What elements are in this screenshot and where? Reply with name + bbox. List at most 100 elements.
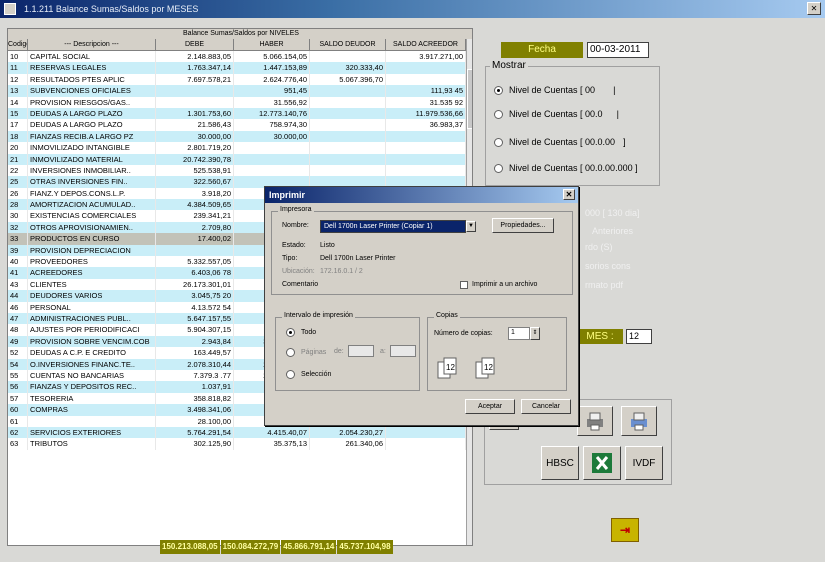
- table-row[interactable]: 10 CAPITAL SOCIAL 2.148.883,05 5.066.154,05…: [8, 51, 466, 63]
- table-row[interactable]: 18 FIANZAS RECIB.A LARGO PZ 30.000,00 30.00…: [8, 130, 466, 143]
- table-cell: TESORERIA: [28, 392, 156, 405]
- range-all-radio[interactable]: Todo: [286, 328, 316, 337]
- column-header[interactable]: SALDO ACREEDOR: [386, 39, 466, 50]
- copies-input[interactable]: 1: [508, 327, 530, 340]
- radio-icon[interactable]: [286, 370, 295, 379]
- table-cell: [234, 153, 310, 165]
- range-from-input[interactable]: [348, 345, 374, 357]
- table-cell: AJUSTES POR PERIODIFICACI: [28, 324, 156, 336]
- table-cell: 20: [8, 142, 28, 154]
- column-header[interactable]: DEBE: [156, 39, 234, 50]
- radio-nivel-00000[interactable]: Nivel de Cuentas [ 00.0.00]: [494, 137, 626, 147]
- excel-button[interactable]: [583, 446, 621, 480]
- collate-icon: 12 12: [437, 357, 495, 379]
- table-cell: 525.538,91: [156, 164, 234, 177]
- table-cell: 3.918,20: [156, 187, 234, 200]
- print-to-file-checkbox[interactable]: [460, 281, 468, 289]
- table-cell: TRIBUTOS: [28, 438, 156, 450]
- table-row[interactable]: 20 INMOVILIZADO INTANGIBLE 2.801.719,20: [8, 142, 466, 154]
- table-cell: 11.979.536,66: [386, 107, 466, 120]
- table-cell: [310, 51, 386, 63]
- table-row[interactable]: 17 DEUDAS A LARGO PLAZO 21.586,43 758.974,3…: [8, 119, 466, 131]
- exit-button[interactable]: ⇥: [611, 518, 639, 542]
- column-header[interactable]: SALDO DEUDOR: [310, 39, 386, 50]
- table-cell: 31.535 92: [386, 96, 466, 108]
- cancel-button[interactable]: Cancelar: [521, 399, 571, 414]
- radio-nivel-000[interactable]: Nivel de Cuentas [ 00.0 |: [494, 109, 619, 119]
- table-cell: INVERSIONES INMOBILIAR..: [28, 164, 156, 177]
- table-row[interactable]: 63 TRIBUTOS 302.125,90 35.375,13 261.340,06: [8, 438, 466, 450]
- table-row[interactable]: 11 RESERVAS LEGALES 1.763.347,14 1.447.153,…: [8, 62, 466, 74]
- location-label: Ubicación:: [282, 268, 315, 275]
- table-cell: [386, 153, 466, 165]
- dialog-close-button[interactable]: ✕: [563, 189, 575, 200]
- column-header[interactable]: HABER: [234, 39, 310, 50]
- table-cell: [310, 142, 386, 154]
- table-row[interactable]: 22 INVERSIONES INMOBILIAR.. 525.538,91: [8, 164, 466, 177]
- ivdf-button[interactable]: IVDF: [625, 446, 663, 480]
- table-cell: 163.449,57: [156, 347, 234, 359]
- table-cell: 5.764.291,54: [156, 426, 234, 439]
- radio-icon[interactable]: [494, 85, 503, 95]
- table-cell: FIANZ.Y DEPOS.CONS.L.P.: [28, 187, 156, 200]
- printer-select[interactable]: Dell 1700n Laser Printer (Copiar 1): [320, 220, 466, 233]
- radio-icon[interactable]: [494, 137, 503, 147]
- table-cell: 302.125,90: [156, 438, 234, 450]
- table-cell: DEUDAS A C.P. E CREDITO: [28, 347, 156, 359]
- table-cell: 35.375,13: [234, 438, 310, 450]
- range-to-input[interactable]: [390, 345, 416, 357]
- print-button[interactable]: [577, 406, 613, 436]
- table-row[interactable]: 13 SUBVENCIONES OFICIALES 951,45 111,93 45: [8, 85, 466, 97]
- radio-icon[interactable]: [494, 109, 503, 119]
- table-cell: 5.904.307,15: [156, 324, 234, 336]
- table-cell: 2.148.883,05: [156, 51, 234, 63]
- close-window-button[interactable]: ✕: [807, 2, 821, 15]
- table-cell: DEUDORES VARIOS: [28, 290, 156, 302]
- table-cell: 2.078.310,44: [156, 358, 234, 370]
- table-cell: 2.801.719,20: [156, 142, 234, 154]
- radio-icon[interactable]: [286, 328, 295, 337]
- table-cell: [386, 62, 466, 74]
- table-cell: 60: [8, 404, 28, 416]
- print-setup-button[interactable]: [621, 406, 657, 436]
- copies-spinner[interactable]: ⇕: [530, 327, 540, 340]
- table-cell: 1.037,91: [156, 381, 234, 393]
- radio-nivel-00000000[interactable]: Nivel de Cuentas [ 00.0.00.000 ]: [494, 163, 638, 173]
- excel-icon: [592, 453, 612, 473]
- table-cell: 758.974,30: [234, 119, 310, 131]
- printer-group-legend: Impresora: [278, 206, 314, 213]
- table-cell: [386, 142, 466, 154]
- faint-text: Anteriores: [592, 226, 634, 236]
- app-icon: [4, 3, 16, 15]
- table-row[interactable]: 62 SERVICIOS EXTERIORES 5.764.291,54 4.415.…: [8, 426, 466, 439]
- table-row[interactable]: 12 RESULTADOS PTES APLIC 7.697.578,21 2.624…: [8, 73, 466, 86]
- table-cell: 20.742.390,78: [156, 153, 234, 165]
- radio-icon[interactable]: [494, 163, 503, 173]
- column-header[interactable]: --- Descripcion ---: [28, 39, 156, 50]
- printer-settings-icon: [631, 412, 647, 431]
- table-cell: AMORTIZACION ACUMULAD..: [28, 199, 156, 211]
- fecha-input[interactable]: 00-03-2011: [587, 42, 649, 58]
- table-cell: PERSONAL: [28, 301, 156, 313]
- column-header[interactable]: Codigo: [8, 39, 28, 50]
- radio-nivel-00[interactable]: Nivel de Cuentas [ 00 |: [494, 85, 615, 95]
- scroll-thumb[interactable]: [467, 69, 472, 129]
- properties-button[interactable]: Propiedades...: [492, 218, 554, 233]
- radio-icon[interactable]: [286, 348, 295, 357]
- chevron-down-icon[interactable]: ▼: [466, 221, 476, 232]
- table-cell: 52: [8, 347, 28, 359]
- table-row[interactable]: 21 INMOVILIZADO MATERIAL 20.742.390,78: [8, 153, 466, 165]
- range-selection-radio[interactable]: Selección: [286, 370, 331, 379]
- table-cell: PROVISION RIESGOS/GAS..: [28, 96, 156, 108]
- accept-button[interactable]: Aceptar: [465, 399, 515, 414]
- mes-input[interactable]: 12: [626, 329, 652, 344]
- range-pages-radio[interactable]: Páginas: [286, 348, 326, 357]
- copies-label: Número de copias:: [434, 330, 493, 337]
- table-cell: CUENTAS NO BANCARIAS: [28, 369, 156, 382]
- print-dialog: Imprimir ✕ Impresora Nombre: Dell 1700n …: [264, 186, 579, 426]
- table-cell: 11: [8, 62, 28, 74]
- table-row[interactable]: 14 PROVISION RIESGOS/GAS.. 31.556,92 31.535…: [8, 96, 466, 108]
- hbsc-button[interactable]: HBSC: [541, 446, 579, 480]
- table-cell: PRODUCTOS EN CURSO: [28, 233, 156, 245]
- table-row[interactable]: 15 DEUDAS A LARGO PLAZO 1.301.753,60 12.773…: [8, 107, 466, 120]
